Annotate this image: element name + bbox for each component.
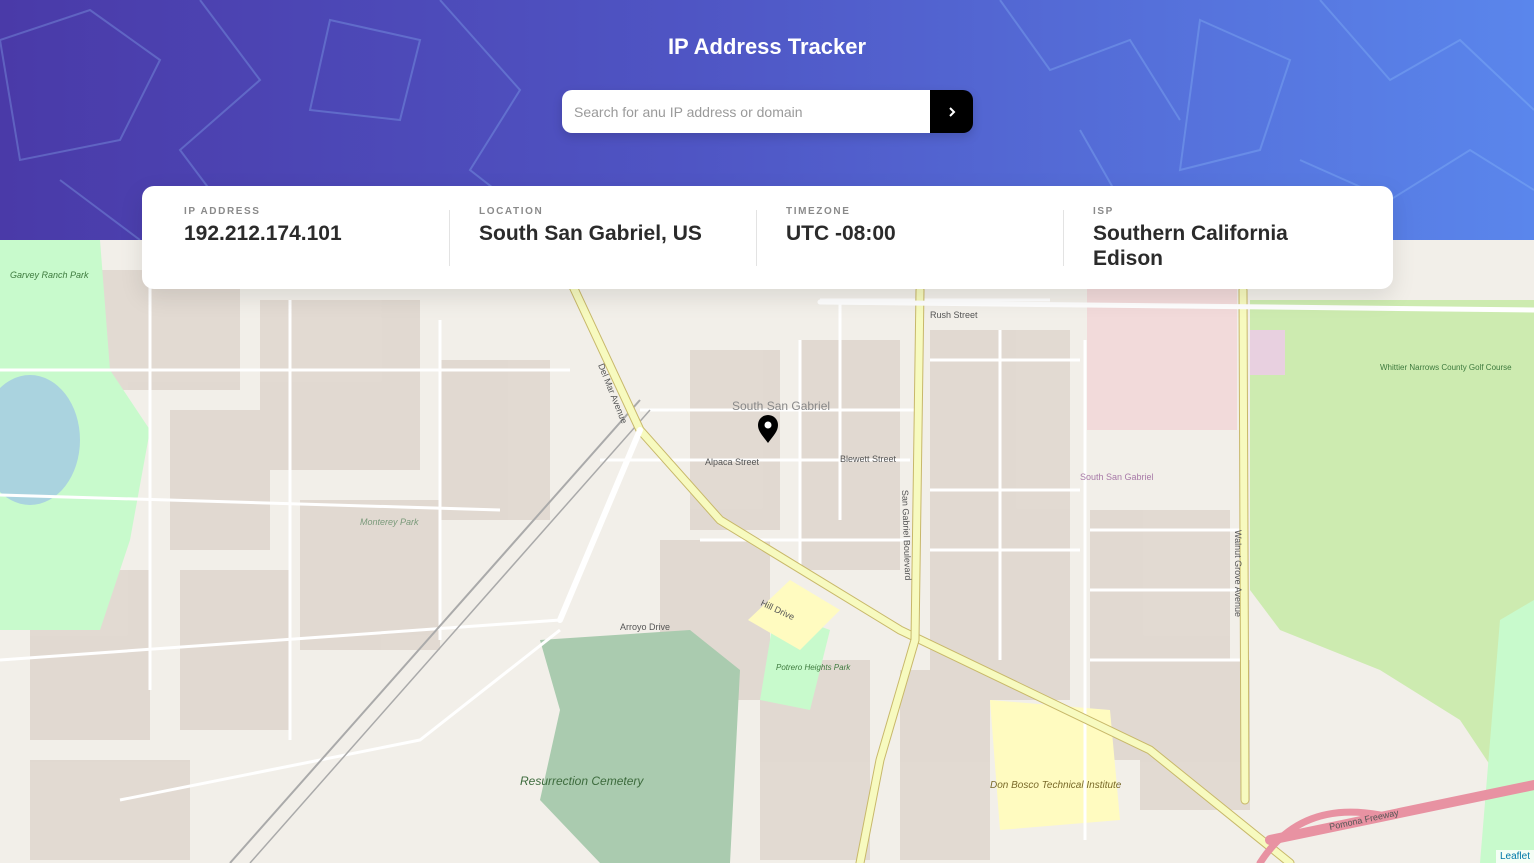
ip-address-value: 192.212.174.101: [184, 222, 342, 245]
isp-label: ISP: [1093, 206, 1114, 217]
search-input[interactable]: [562, 90, 930, 133]
map-label-montereypark: Monterey Park: [360, 517, 419, 527]
ip-address-section: IP ADDRESS 192.212.174.101: [142, 206, 449, 289]
map-label-golf: Whittier Narrows County Golf Course: [1380, 363, 1512, 372]
map-attribution[interactable]: Leaflet: [1495, 850, 1534, 863]
map-label-arroyo: Arroyo Drive: [620, 622, 670, 632]
map-canvas[interactable]: Rush Street Hill Drive San Gabriel Boule…: [0, 240, 1534, 863]
info-card: IP ADDRESS 192.212.174.101 LOCATION Sout…: [142, 186, 1393, 289]
map-label-area: South San Gabriel: [732, 399, 830, 413]
timezone-section: TIMEZONE UTC -08:00: [756, 206, 1063, 289]
location-value: South San Gabriel, US: [479, 222, 702, 245]
timezone-label: TIMEZONE: [786, 206, 851, 217]
map-label-school: Don Bosco Technical Institute: [990, 780, 1122, 791]
cemetery-area: [540, 630, 740, 863]
map-label-rush: Rush Street: [930, 310, 978, 320]
location-label: LOCATION: [479, 206, 544, 217]
map-label-walnut: Walnut Grove Avenue: [1233, 530, 1243, 617]
ip-address-label: IP ADDRESS: [184, 206, 261, 217]
isp-section: ISP Southern California Edison: [1063, 206, 1370, 289]
map-view[interactable]: Rush Street Hill Drive San Gabriel Boule…: [0, 240, 1534, 863]
map-label-alpaca: Alpaca Street: [705, 457, 760, 467]
search-bar: [562, 90, 973, 133]
isp-value: Southern California Edison: [1093, 222, 1288, 270]
map-label-cemetery: Resurrection Cemetery: [520, 774, 644, 788]
school-area: [990, 700, 1120, 830]
location-section: LOCATION South San Gabriel, US: [449, 206, 756, 289]
page-title: IP Address Tracker: [667, 34, 867, 59]
timezone-value: UTC -08:00: [786, 222, 896, 245]
search-submit-button[interactable]: [930, 90, 973, 133]
chevron-right-icon: [948, 106, 955, 117]
map-label-southsg: South San Gabriel: [1080, 472, 1154, 482]
map-label-park2: Potrero Heights Park: [776, 663, 851, 672]
map-label-park1: Garvey Ranch Park: [10, 270, 89, 280]
map-label-blewett: Blewett Street: [840, 454, 897, 464]
